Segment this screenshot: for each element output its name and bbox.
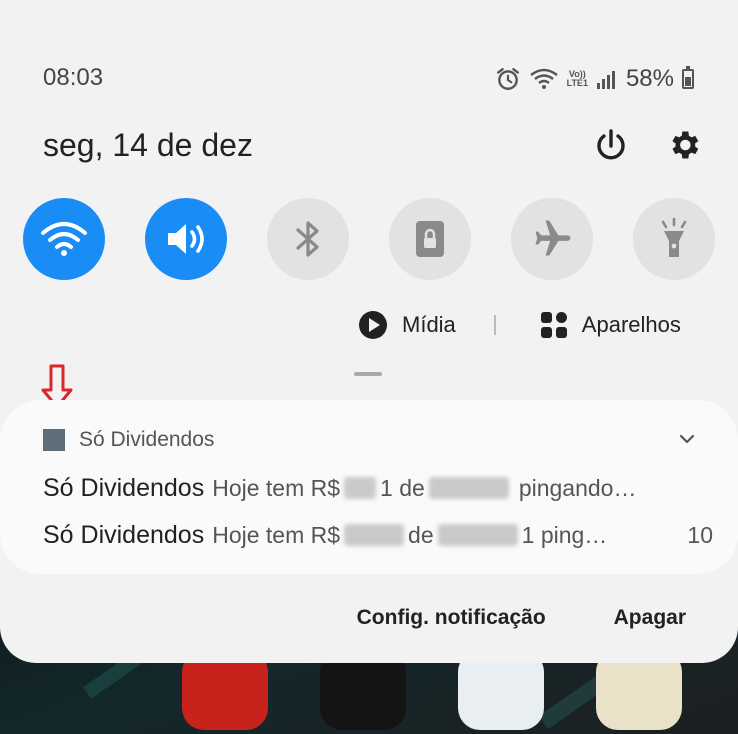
- notification-count: 10: [687, 522, 713, 548]
- notification-body: Hoje tem R$ 1 de pingando…: [212, 475, 637, 501]
- app-name: Só Dividendos: [79, 428, 215, 451]
- notification-item[interactable]: Só Dividendos Hoje tem R$ de 1 ping… 10: [43, 521, 713, 550]
- notification-footer: Config. notificação Apagar: [357, 606, 686, 630]
- media-button[interactable]: Mídia: [358, 310, 456, 340]
- quick-tiles: [23, 198, 715, 282]
- tile-airplane[interactable]: [511, 198, 593, 280]
- rotation-lock-icon: [416, 221, 444, 257]
- notification-sender: Só Dividendos: [43, 474, 205, 502]
- redacted-text: [344, 524, 405, 546]
- play-circle-icon: [359, 311, 387, 339]
- notification-settings-button[interactable]: Config. notificação: [357, 606, 546, 630]
- notification-sender: Só Dividendos: [43, 521, 205, 549]
- tile-bluetooth[interactable]: [267, 198, 349, 280]
- volume-icon: [168, 224, 204, 254]
- media-divider: [493, 315, 496, 335]
- redacted-text: [428, 477, 509, 499]
- app-icon: [43, 429, 65, 451]
- panel-drag-handle[interactable]: [354, 372, 382, 376]
- flashlight-icon: [661, 217, 687, 257]
- wifi-icon: [41, 222, 87, 256]
- bluetooth-icon: [296, 221, 319, 257]
- devices-button[interactable]: Aparelhos: [540, 311, 681, 339]
- wifi-status-icon: [529, 68, 558, 89]
- redacted-text: [437, 524, 518, 546]
- battery-icon: [682, 66, 694, 89]
- power-icon[interactable]: [592, 127, 630, 165]
- notification-app-header: Só Dividendos: [43, 428, 214, 452]
- airplane-icon: [535, 220, 571, 256]
- notification-item[interactable]: Só Dividendos Hoje tem R$ 1 de pingando…: [43, 474, 713, 503]
- notification-card[interactable]: Só Dividendos Só Dividendos Hoje tem R$ …: [0, 400, 738, 574]
- devices-grid-icon: [540, 312, 567, 338]
- status-icons: Vo)) LTE1 58%: [495, 64, 694, 94]
- volte-lte-indicator: Vo)) LTE1: [566, 69, 588, 88]
- quick-panel: 08:03 Vo)) LTE1 58% seg, 14 de dez Mídia…: [0, 0, 738, 663]
- redacted-text: [344, 477, 377, 499]
- media-label: Mídia: [402, 312, 456, 337]
- tile-sound[interactable]: [145, 198, 227, 280]
- devices-label: Aparelhos: [581, 312, 681, 337]
- date-label: seg, 14 de dez: [43, 127, 253, 163]
- chevron-down-icon[interactable]: [678, 430, 696, 448]
- signal-strength-icon: [596, 71, 615, 89]
- notification-body: Hoje tem R$ de 1 ping…: [212, 522, 608, 548]
- gear-icon[interactable]: [666, 127, 702, 163]
- media-devices-row: Mídia Aparelhos: [358, 308, 681, 342]
- tile-wifi[interactable]: [23, 198, 105, 280]
- battery-percent: 58%: [625, 65, 674, 92]
- tile-rotation-lock[interactable]: [389, 198, 471, 280]
- status-time: 08:03: [43, 64, 104, 91]
- clear-button[interactable]: Apagar: [614, 606, 686, 630]
- tile-flashlight[interactable]: [633, 198, 715, 280]
- alarm-icon: [496, 68, 519, 90]
